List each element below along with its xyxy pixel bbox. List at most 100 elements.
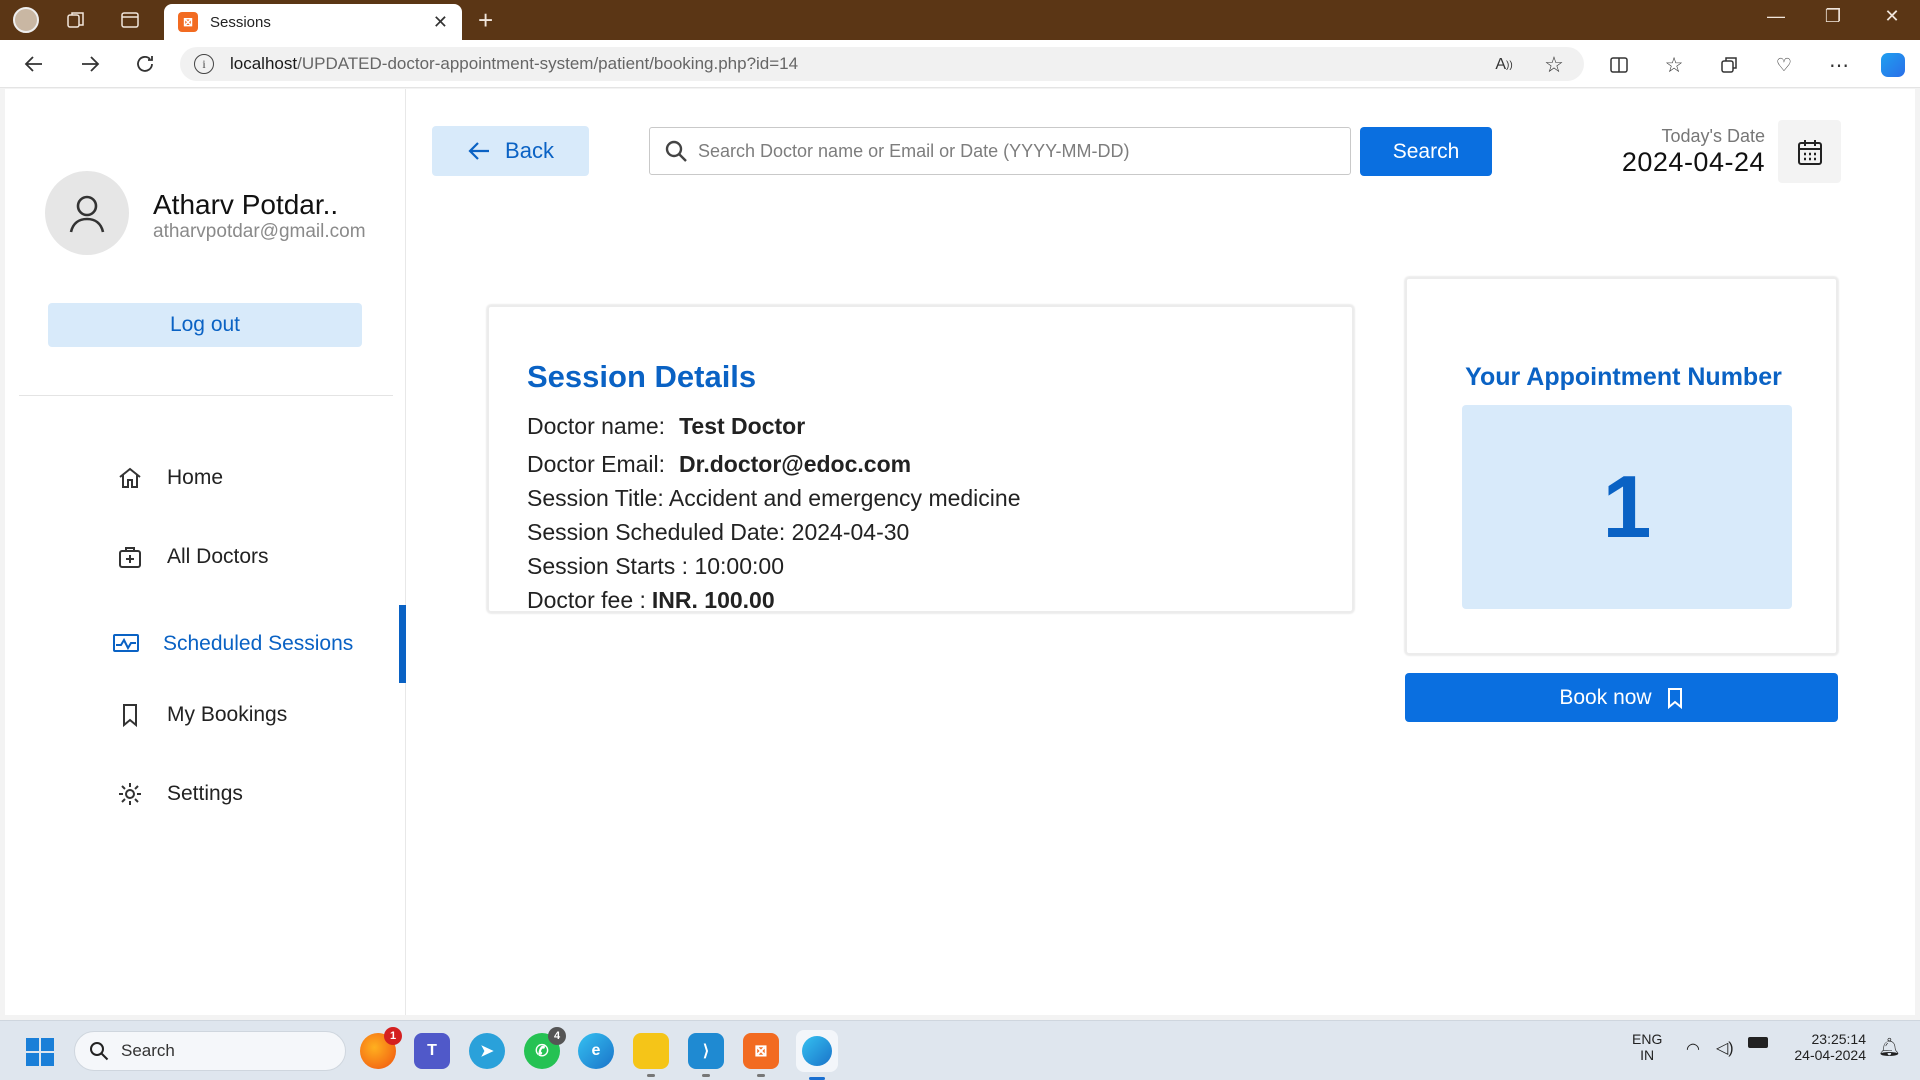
- gear-icon: [115, 779, 145, 809]
- xampp-favicon-icon: ⊠: [178, 12, 198, 32]
- notification-badge: 4: [548, 1027, 566, 1045]
- appointment-number-card: Your Appointment Number 1: [1405, 277, 1838, 655]
- clock-date: 24-04-2024: [1794, 1047, 1866, 1063]
- doctor-email-value: Dr.doctor@edoc.com: [679, 451, 912, 477]
- running-indicator: [702, 1074, 710, 1077]
- taskbar-search-label: Search: [121, 1041, 175, 1060]
- user-avatar: [45, 171, 129, 255]
- sidebar-item-scheduled-sessions[interactable]: Scheduled Sessions: [5, 605, 406, 683]
- telegram-icon[interactable]: ➤: [469, 1033, 505, 1069]
- refresh-icon[interactable]: [129, 48, 161, 80]
- windows-taskbar: Search 1 T ➤ ✆ 4 e ⟩ ⊠ ENG IN ◠ ◁) 23:25…: [0, 1020, 1920, 1080]
- book-now-label: Book now: [1559, 685, 1652, 709]
- session-title-line: Session Title: Accident and emergency me…: [527, 485, 1021, 511]
- tab-actions-icon[interactable]: [116, 6, 144, 34]
- today-date: 2024-04-24: [1621, 147, 1765, 177]
- tab-title: Sessions: [210, 13, 271, 31]
- sidebar-item-label: My Bookings: [167, 703, 288, 726]
- whatsapp-icon[interactable]: ✆ 4: [524, 1027, 566, 1069]
- close-tab-icon[interactable]: ✕: [433, 12, 448, 33]
- doctor-fee-line: Doctor fee : INR. 100.00: [527, 583, 1352, 617]
- calendar-button[interactable]: [1778, 120, 1841, 183]
- wifi-icon[interactable]: ◠: [1686, 1039, 1700, 1059]
- sidebar-item-all-doctors[interactable]: All Doctors: [5, 526, 406, 588]
- logout-button[interactable]: Log out: [48, 303, 362, 347]
- volume-icon[interactable]: ◁): [1716, 1038, 1734, 1058]
- book-now-button[interactable]: Book now: [1405, 673, 1838, 722]
- url-field[interactable]: i localhost/UPDATED-doctor-appointment-s…: [180, 47, 1584, 81]
- appointment-number-title: Your Appointment Number: [1465, 363, 1782, 391]
- browser-tab-sessions[interactable]: ⊠ Sessions ✕: [164, 4, 462, 40]
- session-details-title: Session Details: [527, 359, 757, 394]
- taskbar-search[interactable]: Search: [74, 1031, 346, 1071]
- bookmark-icon: [1667, 687, 1682, 709]
- session-date-line: Session Scheduled Date: 2024-04-30: [527, 519, 910, 545]
- sidebar-item-label: All Doctors: [167, 545, 269, 568]
- running-indicator: [647, 1074, 655, 1077]
- user-name: Atharv Potdar..: [153, 189, 339, 220]
- region-code: IN: [1640, 1047, 1655, 1063]
- search-button[interactable]: Search: [1360, 127, 1492, 176]
- clock-time: 23:25:14: [1811, 1031, 1867, 1047]
- sidebar-item-my-bookings[interactable]: My Bookings: [5, 684, 406, 746]
- read-aloud-icon[interactable]: A)): [1491, 52, 1517, 78]
- medical-bag-icon: [115, 542, 145, 572]
- search-icon: [90, 1042, 109, 1061]
- collections-icon[interactable]: [1716, 52, 1742, 78]
- favorites-icon[interactable]: ☆: [1661, 52, 1687, 78]
- calendar-icon: [1797, 139, 1822, 165]
- home-icon: [115, 463, 145, 493]
- doctor-fee-label: Doctor fee :: [527, 587, 646, 613]
- search-box: [649, 127, 1351, 175]
- new-tab-icon[interactable]: +: [478, 5, 493, 36]
- split-screen-icon[interactable]: [1606, 52, 1632, 78]
- copilot-icon[interactable]: [1880, 52, 1906, 78]
- bookmark-icon: [115, 700, 145, 730]
- active-indicator: [399, 605, 406, 683]
- forward-arrow-icon[interactable]: [74, 48, 106, 80]
- firefox-icon[interactable]: 1: [360, 1027, 402, 1069]
- sidebar-item-label: Scheduled Sessions: [163, 632, 354, 655]
- profile-avatar-icon[interactable]: [12, 6, 40, 34]
- vscode-icon[interactable]: ⟩: [688, 1033, 724, 1077]
- language-code: ENG: [1632, 1031, 1663, 1047]
- sidebar-item-label: Home: [167, 466, 224, 489]
- back-label: Back: [505, 138, 554, 163]
- battery-icon[interactable]: [1748, 1037, 1768, 1048]
- pulse-monitor-icon: [111, 629, 141, 659]
- restore-icon[interactable]: ❐: [1813, 6, 1853, 27]
- site-info-icon[interactable]: i: [194, 54, 214, 74]
- favorite-star-icon[interactable]: ☆: [1541, 52, 1567, 78]
- browser-essentials-icon[interactable]: ♡: [1771, 52, 1797, 78]
- doctor-email-label: Doctor Email:: [527, 451, 666, 477]
- running-indicator: [757, 1074, 765, 1077]
- user-email: atharvpotdar@gmail.com: [153, 221, 366, 242]
- more-menu-icon[interactable]: ⋯: [1826, 52, 1852, 78]
- url-host: localhost: [230, 54, 298, 73]
- teams-icon[interactable]: T: [414, 1033, 450, 1069]
- back-button[interactable]: Back: [432, 126, 589, 176]
- windows-start-icon[interactable]: [26, 1038, 54, 1066]
- workspaces-icon[interactable]: [62, 6, 90, 34]
- doctor-name-line: Doctor name: Test Doctor: [527, 409, 1352, 443]
- user-icon: [69, 195, 105, 233]
- minimize-icon[interactable]: —: [1756, 6, 1796, 27]
- sidebar-item-home[interactable]: Home: [5, 447, 406, 509]
- notification-bell-icon[interactable]: 🔔︎: [1878, 1037, 1901, 1058]
- close-window-icon[interactable]: ✕: [1872, 6, 1912, 27]
- doctor-fee-value: INR. 100.00: [651, 587, 775, 613]
- language-indicator[interactable]: ENG IN: [1632, 1031, 1662, 1063]
- page-content: Atharv Potdar.. atharvpotdar@gmail.com L…: [5, 89, 1915, 1015]
- back-arrow-icon[interactable]: [18, 48, 50, 80]
- search-input[interactable]: [698, 140, 1338, 162]
- session-starts-line: Session Starts : 10:00:00: [527, 553, 784, 579]
- xampp-icon[interactable]: ⊠: [743, 1033, 779, 1077]
- edge-active-icon[interactable]: [796, 1030, 838, 1080]
- address-bar: i localhost/UPDATED-doctor-appointment-s…: [0, 40, 1920, 88]
- file-explorer-icon[interactable]: [633, 1033, 669, 1077]
- notification-badge: 1: [384, 1027, 402, 1045]
- clock[interactable]: 23:25:14 24-04-2024: [1786, 1031, 1866, 1063]
- sidebar-item-settings[interactable]: Settings: [5, 763, 406, 825]
- edge-icon[interactable]: e: [578, 1033, 614, 1069]
- today-label: Today's Date: [1661, 126, 1766, 146]
